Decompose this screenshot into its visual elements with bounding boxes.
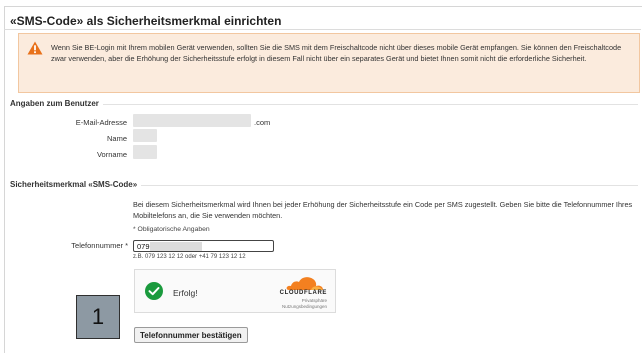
phone-example: z.B. 079 123 12 12 oder +41 79 123 12 12 xyxy=(133,254,246,260)
email-value-suffix: .com xyxy=(254,118,271,127)
mandatory-note: * Obligatorische Angaben xyxy=(133,226,210,233)
page-title: «SMS-Code» als Sicherheitsmerkmal einric… xyxy=(10,14,282,28)
captcha-status: Erfolg! xyxy=(173,288,198,298)
confirm-phone-button[interactable]: Telefonnummer bestätigen xyxy=(134,327,248,343)
email-label: E-Mail-Adresse xyxy=(75,118,127,127)
phone-label: Telefonnummer * xyxy=(71,241,128,250)
name-label: Name xyxy=(106,134,127,143)
firstname-redacted xyxy=(133,145,157,159)
captcha-widget[interactable]: Erfolg! CLOUDFLARE Privatsphäre Nutzungs… xyxy=(134,269,336,313)
captcha-brand: CLOUDFLARE xyxy=(279,290,327,296)
email-redacted xyxy=(133,114,251,127)
annotation-badge: 1 xyxy=(76,295,120,339)
name-redacted xyxy=(133,129,157,142)
user-section-rule xyxy=(10,104,638,105)
user-section-legend: Angaben zum Benutzer xyxy=(10,99,103,108)
warning-box: Wenn Sie BE-Login mit Ihrem mobilen Gerä… xyxy=(18,33,640,93)
firstname-label: Vorname xyxy=(96,150,127,159)
success-check-icon xyxy=(145,282,163,300)
title-divider xyxy=(4,29,641,30)
warning-text: Wenn Sie BE-Login mit Ihrem mobilen Gerä… xyxy=(51,43,622,64)
security-description: Bei diesem Sicherheitsmerkmal wird Ihnen… xyxy=(133,200,633,221)
security-section-legend: Sicherheitsmerkmal «SMS-Code» xyxy=(10,180,142,189)
warning-triangle-icon xyxy=(27,41,43,55)
captcha-links: Privatsphäre Nutzungsbedingungen xyxy=(282,298,327,309)
terms-link[interactable]: Nutzungsbedingungen xyxy=(282,304,327,310)
phone-redacted xyxy=(150,242,202,251)
